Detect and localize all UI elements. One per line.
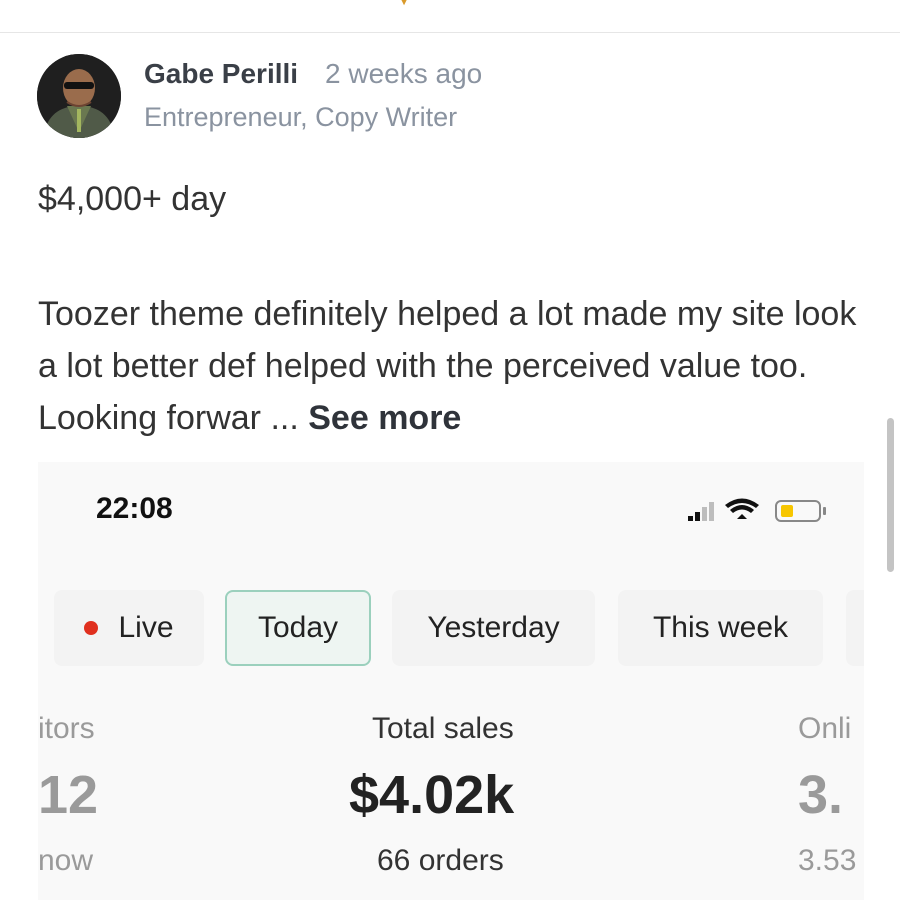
post-body: Toozer theme definitely helped a lot mad… (38, 288, 868, 444)
metric-right-value: 3. (798, 765, 844, 825)
filter-this-week-label: This week (652, 611, 789, 644)
filter-yesterday-label: Yesterday (427, 611, 560, 644)
post-time: 2 weeks ago (325, 58, 483, 89)
cellular-signal-icon (688, 502, 714, 521)
total-sales-label: Total sales (372, 712, 514, 745)
avatar[interactable] (37, 54, 121, 138)
divider (0, 32, 900, 33)
author-role: Entrepreneur, Copy Writer (144, 102, 458, 132)
metric-left-value: 12 (38, 765, 99, 825)
status-icons (688, 498, 826, 522)
total-orders: 66 orders (377, 844, 504, 877)
filter-today[interactable]: Today (225, 590, 371, 666)
emoji-icon: ▼ (388, 0, 420, 8)
total-sales-value: $4.02k (349, 765, 515, 825)
filter-today-label: Today (257, 611, 339, 644)
filter-live-label: Live (118, 611, 174, 644)
wifi-icon (725, 498, 759, 519)
metric-right-label: Onli (798, 712, 852, 745)
metric-right-sub: 3.53 (798, 844, 857, 877)
post-headline: $4,000+ day (38, 180, 227, 218)
ellipsis: ... (261, 399, 309, 437)
author-name[interactable]: Gabe Perilli (144, 58, 298, 90)
filter-yesterday[interactable]: Yesterday (392, 590, 595, 666)
metric-left-sub: now (38, 844, 94, 877)
metric-left-label: itors (38, 712, 95, 745)
filter-next-partial[interactable] (846, 590, 864, 666)
filter-this-week[interactable]: This week (618, 590, 823, 666)
filter-live[interactable]: Live (54, 590, 204, 666)
scrollbar[interactable] (887, 418, 894, 572)
live-dot-icon (84, 621, 99, 635)
embedded-screenshot[interactable]: 22:08 Live Today Yesterday This week ito… (38, 462, 864, 900)
status-time: 22:08 (96, 492, 173, 525)
see-more-link[interactable]: See more (308, 399, 461, 437)
battery-icon (775, 500, 826, 522)
